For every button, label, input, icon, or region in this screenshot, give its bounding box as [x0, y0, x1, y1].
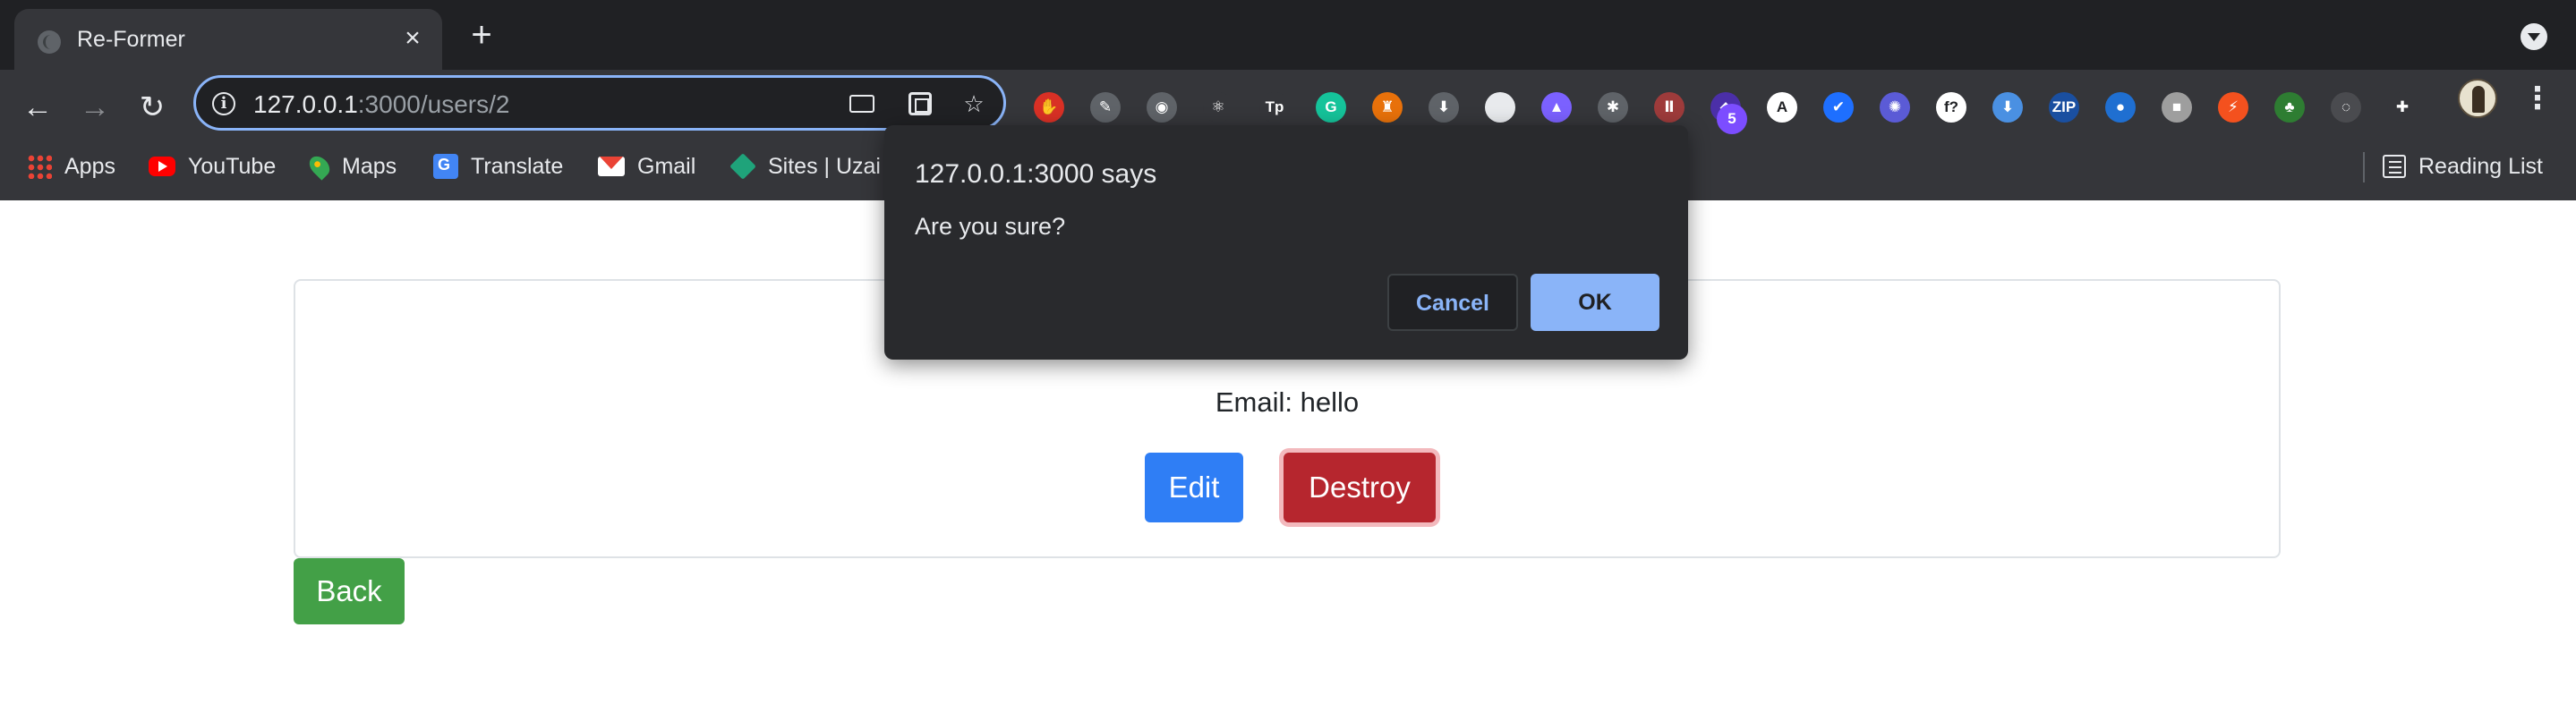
tab-search-icon[interactable] — [2521, 23, 2547, 50]
bookmarks-separator — [2363, 152, 2365, 182]
white-circle-icon-glyph — [1485, 92, 1515, 123]
globe-favicon-icon — [38, 30, 61, 54]
user-email: Email: hello — [1215, 386, 1360, 418]
lighthouse-icon-glyph: ♜ — [1372, 92, 1403, 123]
blue-check-icon[interactable]: ✔ — [1819, 82, 1858, 132]
react-devtools-icon-glyph: ⚛ — [1203, 92, 1233, 123]
youtube-icon — [149, 157, 175, 176]
camera-icon-glyph: ◉ — [1147, 92, 1177, 123]
close-tab-icon[interactable]: × — [397, 23, 428, 54]
site-info-icon[interactable]: i — [212, 92, 235, 115]
globe-icon-glyph: ● — [2105, 92, 2136, 123]
tab-re-former[interactable]: Re-Former × — [14, 9, 442, 70]
bookmark-star-icon[interactable]: ☆ — [960, 90, 987, 117]
dialog-title: 127.0.0.1:3000 says — [915, 159, 1157, 189]
download-arrow-icon-glyph: ⬇ — [1429, 92, 1459, 123]
url-text[interactable]: 127.0.0.1:3000/users/2 — [253, 90, 509, 119]
reading-list-button[interactable]: Reading List — [2383, 150, 2543, 182]
translate-icon — [433, 154, 458, 179]
disabled-circle-icon-glyph: ◌ — [2331, 92, 2361, 123]
reload-icon[interactable]: ↻ — [131, 86, 174, 129]
bookmark-label: Gmail — [637, 153, 696, 179]
puzzle-icon[interactable]: ✚ — [2383, 82, 2422, 132]
green-tree-icon-glyph: ♣ — [2274, 92, 2305, 123]
gray-square-icon-glyph: ■ — [2162, 92, 2192, 123]
eyedropper-icon-glyph: ✎ — [1090, 92, 1121, 123]
bug-icon-glyph: ✱ — [1598, 92, 1628, 123]
puzzle-icon-glyph: ✚ — [2387, 92, 2418, 123]
apps-grid-icon — [27, 154, 52, 179]
gmail-icon — [598, 157, 625, 176]
bookmark-label: Translate — [471, 153, 564, 179]
colorful-tubes-icon-glyph: Ⅱ — [1654, 92, 1685, 123]
maps-icon — [305, 152, 334, 181]
reading-list-icon — [2383, 155, 2406, 178]
confirm-dialog: 127.0.0.1:3000 says Are you sure? Cancel… — [884, 125, 1688, 360]
blue-check-icon-glyph: ✔ — [1823, 92, 1854, 123]
url-host: 127.0.0.1 — [253, 90, 358, 118]
green-tree-icon[interactable]: ♣ — [2270, 82, 2309, 132]
chrome-menu-icon[interactable]: ⋮ — [2522, 81, 2553, 116]
bookmark-label: Maps — [342, 153, 397, 179]
cancel-button[interactable]: Cancel — [1387, 274, 1518, 331]
new-tab-icon[interactable]: + — [465, 17, 498, 53]
tp-icon-glyph: Tp — [1259, 92, 1290, 123]
a-circle-icon-glyph: A — [1767, 92, 1797, 123]
zip-icon-glyph: ZIP — [2049, 92, 2079, 123]
blue-gear-icon[interactable]: ✺ — [1875, 82, 1915, 132]
tab-strip: Re-Former × + — [0, 0, 2576, 70]
url-path: :3000/users/2 — [357, 90, 510, 118]
browser-window: Re-Former × + ← → ↻ i 127.0.0.1:3000/use… — [0, 0, 2576, 721]
sites-icon — [729, 153, 756, 180]
ok-button[interactable]: OK — [1531, 274, 1659, 331]
back-arrow-icon[interactable]: ← — [16, 86, 59, 129]
purple-mountain-icon-glyph: ▲ — [1541, 92, 1572, 123]
orange-tool-icon[interactable]: ⚡ — [2213, 82, 2253, 132]
a-circle-icon[interactable]: A — [1762, 82, 1802, 132]
disabled-circle-icon[interactable]: ◌ — [2326, 82, 2366, 132]
extension-badge: 5 — [1717, 104, 1747, 134]
address-bar[interactable]: i 127.0.0.1:3000/users/2 ☆ — [193, 75, 1006, 131]
tab-title: Re-Former — [77, 27, 185, 52]
purple-box-icon[interactable]: ◆5 — [1706, 82, 1747, 134]
gray-square-icon[interactable]: ■ — [2157, 82, 2196, 132]
back-button[interactable]: Back — [294, 558, 405, 624]
blue-gear-icon-glyph: ✺ — [1880, 92, 1910, 123]
destroy-button[interactable]: Destroy — [1284, 453, 1436, 522]
zip-icon[interactable]: ZIP — [2044, 82, 2084, 132]
bookmark-gmail[interactable]: Gmail — [598, 150, 695, 182]
bookmark-translate[interactable]: Translate — [433, 150, 563, 182]
edit-button[interactable]: Edit — [1145, 453, 1243, 522]
bookmark-sites[interactable]: Sites | Uzai — [729, 150, 881, 182]
bookmark-youtube[interactable]: YouTube — [149, 150, 276, 182]
bookmark-label: YouTube — [188, 153, 277, 179]
orange-tool-icon-glyph: ⚡ — [2218, 92, 2248, 123]
download-blue-icon[interactable]: ⬇ — [1988, 82, 2027, 132]
bookmark-apps[interactable]: Apps — [27, 150, 115, 182]
globe-icon[interactable]: ● — [2101, 82, 2140, 132]
bookmark-maps[interactable]: Maps — [305, 150, 397, 182]
download-blue-icon-glyph: ⬇ — [1992, 92, 2023, 123]
bookmark-label: Apps — [64, 153, 115, 179]
f-question-icon[interactable]: f? — [1932, 82, 1971, 132]
f-question-icon-glyph: f? — [1936, 92, 1966, 123]
stop-hand-icon-glyph: ✋ — [1034, 92, 1064, 123]
qr-code-icon[interactable] — [908, 92, 932, 115]
profile-avatar[interactable] — [2458, 79, 2497, 118]
grammarly-icon-glyph: G — [1316, 92, 1346, 123]
forward-arrow-icon[interactable]: → — [73, 86, 116, 129]
dialog-message: Are you sure? — [915, 213, 1066, 240]
cast-icon[interactable] — [849, 95, 874, 113]
bookmark-label: Sites | Uzai — [768, 153, 881, 179]
reading-list-label: Reading List — [2418, 153, 2543, 179]
